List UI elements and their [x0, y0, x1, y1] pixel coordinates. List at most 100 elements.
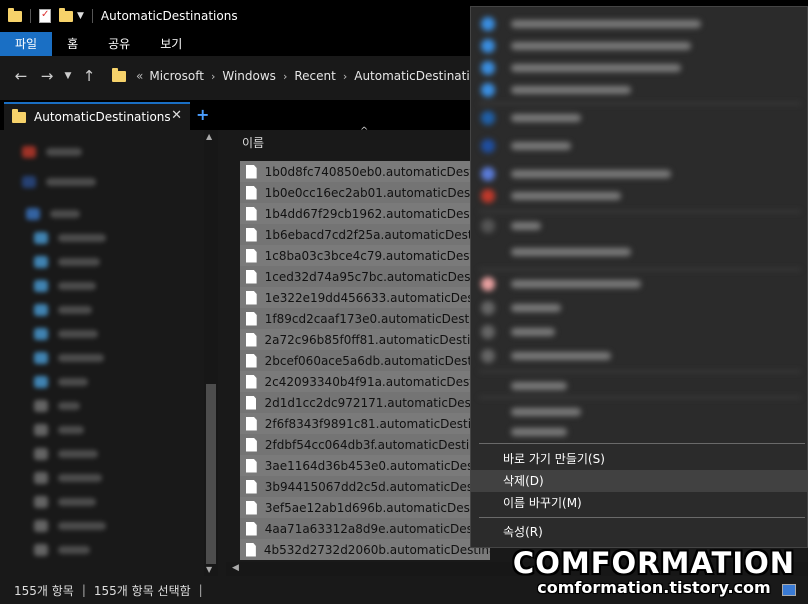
tab-file[interactable]: 파일 — [0, 32, 53, 56]
nav-item-blurred[interactable] — [34, 256, 100, 268]
up-arrow-icon[interactable]: ↑ — [76, 67, 102, 85]
breadcrumb-item[interactable]: AutomaticDestination — [354, 69, 484, 83]
add-tab-icon[interactable]: + — [196, 105, 209, 124]
menu-item-rename[interactable]: 이름 바꾸기(M) — [471, 492, 807, 514]
folder-tab[interactable]: AutomaticDestinations ✕ — [4, 102, 190, 130]
menu-item-blurred[interactable] — [481, 111, 581, 125]
file-row[interactable]: 1b0d8fc740850eb0.automaticDestinat — [240, 161, 490, 182]
nav-item-blurred[interactable] — [34, 520, 106, 532]
menu-item-blurred[interactable] — [481, 349, 611, 363]
menu-item-blurred[interactable] — [481, 39, 691, 53]
menu-item-blurred[interactable] — [481, 17, 701, 31]
file-row[interactable]: 3ae1164d36b453e0.automaticDestina — [240, 455, 490, 476]
menu-item-blurred[interactable] — [481, 83, 631, 97]
menu-item-blurred[interactable] — [481, 277, 641, 291]
file-row[interactable]: 1e322e19dd456633.automaticDestina — [240, 287, 490, 308]
nav-item-blurred[interactable] — [34, 472, 102, 484]
quick-access-dropdown-icon[interactable]: ▼ — [77, 11, 84, 21]
file-name: 4aa71a63312a8d9e.automaticDestina — [264, 521, 490, 536]
breadcrumb-chevron-icon[interactable]: › — [283, 70, 287, 83]
menu-item-blurred[interactable] — [481, 325, 555, 339]
file-name: 2fdbf54cc064db3f.automaticDestinati — [264, 437, 490, 452]
file-row[interactable]: 1f89cd2caaf173e0.automaticDestinati — [240, 308, 490, 329]
tab-home[interactable]: 홈 — [52, 32, 93, 56]
file-row[interactable]: 1c8ba03c3bce4c79.automaticDestinat — [240, 245, 490, 266]
file-row[interactable]: 1b0e0cc16ec2ab01.automaticDestinat — [240, 182, 490, 203]
menu-item-blurred[interactable] — [481, 189, 621, 203]
close-icon[interactable]: ✕ — [171, 108, 182, 123]
breadcrumb-item[interactable]: Microsoft — [149, 69, 204, 83]
file-row[interactable]: 2a72c96b85f0ff81.automaticDestinatio — [240, 329, 490, 350]
divider — [91, 9, 93, 23]
scroll-down-icon[interactable]: ▼ — [206, 565, 212, 574]
file-icon — [246, 479, 257, 494]
file-row[interactable]: 3ef5ae12ab1d696b.automaticDestina — [240, 497, 490, 518]
file-icon — [246, 521, 257, 536]
tab-view[interactable]: 보기 — [145, 32, 197, 56]
file-row[interactable]: 2bcef060ace5a6db.automaticDestinati — [240, 350, 490, 371]
breadcrumb-chevron-icon[interactable]: › — [343, 70, 347, 83]
file-name: 2f6f8343f9891c81.automaticDestinati — [264, 416, 490, 431]
nav-item-blurred[interactable] — [34, 448, 98, 460]
breadcrumb-item[interactable]: Windows — [222, 69, 276, 83]
breadcrumb-overflow[interactable]: « — [136, 69, 143, 83]
file-icon — [246, 458, 257, 473]
scroll-up-icon[interactable]: ▲ — [206, 132, 212, 141]
nav-item-blurred[interactable] — [34, 232, 106, 244]
nav-item-blurred[interactable] — [34, 496, 96, 508]
breadcrumb-chevron-icon[interactable]: › — [211, 70, 215, 83]
nav-item-blurred[interactable] — [34, 424, 84, 436]
forward-arrow-icon[interactable]: → — [34, 67, 60, 85]
nav-item-blurred[interactable] — [34, 352, 104, 364]
folder-icon[interactable] — [8, 7, 22, 22]
menu-item-blurred[interactable] — [481, 61, 681, 75]
menu-item-blurred[interactable] — [481, 379, 567, 393]
file-row[interactable]: 1b4dd67f29cb1962.automaticDestinat — [240, 203, 490, 224]
menu-separator — [479, 397, 801, 398]
scroll-left-icon[interactable]: ◀ — [232, 563, 239, 573]
nav-item-blurred[interactable] — [22, 176, 96, 188]
properties-icon[interactable] — [39, 9, 51, 23]
new-folder-icon[interactable] — [59, 7, 73, 22]
menu-item-properties[interactable]: 속성(R) — [471, 521, 807, 543]
nav-scrollbar[interactable]: ▲ ▼ — [204, 130, 218, 576]
nav-item-blurred[interactable] — [34, 544, 90, 556]
menu-item-blurred[interactable] — [481, 139, 571, 153]
file-row[interactable]: 1ced32d74a95c7bc.automaticDestinat — [240, 266, 490, 287]
menu-item-create-shortcut[interactable]: 바로 가기 만들기(S) — [471, 448, 807, 470]
menu-item-delete[interactable]: 삭제(D) — [471, 470, 807, 492]
nav-item-blurred[interactable] — [34, 400, 80, 412]
nav-item-blurred[interactable] — [34, 280, 96, 292]
file-row[interactable]: 3b94415067dd2c5d.automaticDestina — [240, 476, 490, 497]
file-row[interactable]: 1b6ebacd7cd2f25a.automaticDestinat — [240, 224, 490, 245]
back-arrow-icon[interactable]: ← — [8, 67, 34, 85]
menu-item-blurred[interactable] — [481, 405, 581, 419]
file-row[interactable]: 2c42093340b4f91a.automaticDestinati — [240, 371, 490, 392]
context-menu-blurred-section — [471, 7, 808, 437]
file-row[interactable]: 2f6f8343f9891c81.automaticDestinati — [240, 413, 490, 434]
menu-item-blurred[interactable] — [481, 219, 541, 233]
nav-item-blurred[interactable] — [34, 304, 92, 316]
nav-item-blurred[interactable] — [22, 146, 82, 158]
file-row[interactable]: 4aa71a63312a8d9e.automaticDestina — [240, 518, 490, 539]
file-row[interactable]: 2fdbf54cc064db3f.automaticDestinati — [240, 434, 490, 455]
nav-item-blurred[interactable] — [26, 208, 80, 220]
menu-item-blurred[interactable] — [481, 425, 567, 439]
file-row[interactable]: 4b532d2732d2060b.automaticDestinati... — [240, 539, 490, 560]
file-name: 1c8ba03c3bce4c79.automaticDestinat — [264, 248, 490, 263]
recent-locations-chevron-icon[interactable]: ▼ — [60, 71, 76, 81]
file-name: 3ef5ae12ab1d696b.automaticDestina — [264, 500, 490, 515]
menu-item-blurred[interactable] — [481, 245, 631, 259]
column-header-name[interactable]: 이름 — [242, 134, 264, 151]
menu-item-blurred[interactable] — [481, 167, 671, 181]
watermark-brand: COMFORMATION — [512, 546, 796, 580]
nav-item-blurred[interactable] — [34, 376, 88, 388]
menu-item-blurred[interactable] — [481, 301, 561, 315]
file-icon — [246, 353, 257, 368]
tab-share[interactable]: 공유 — [93, 32, 145, 56]
scrollbar-thumb[interactable] — [206, 384, 216, 564]
file-row[interactable]: 2d1d1cc2dc972171.automaticDestinati — [240, 392, 490, 413]
nav-item-blurred[interactable] — [34, 328, 98, 340]
file-name: 4b532d2732d2060b.automaticDestinati... — [263, 542, 490, 557]
breadcrumb-item[interactable]: Recent — [294, 69, 335, 83]
